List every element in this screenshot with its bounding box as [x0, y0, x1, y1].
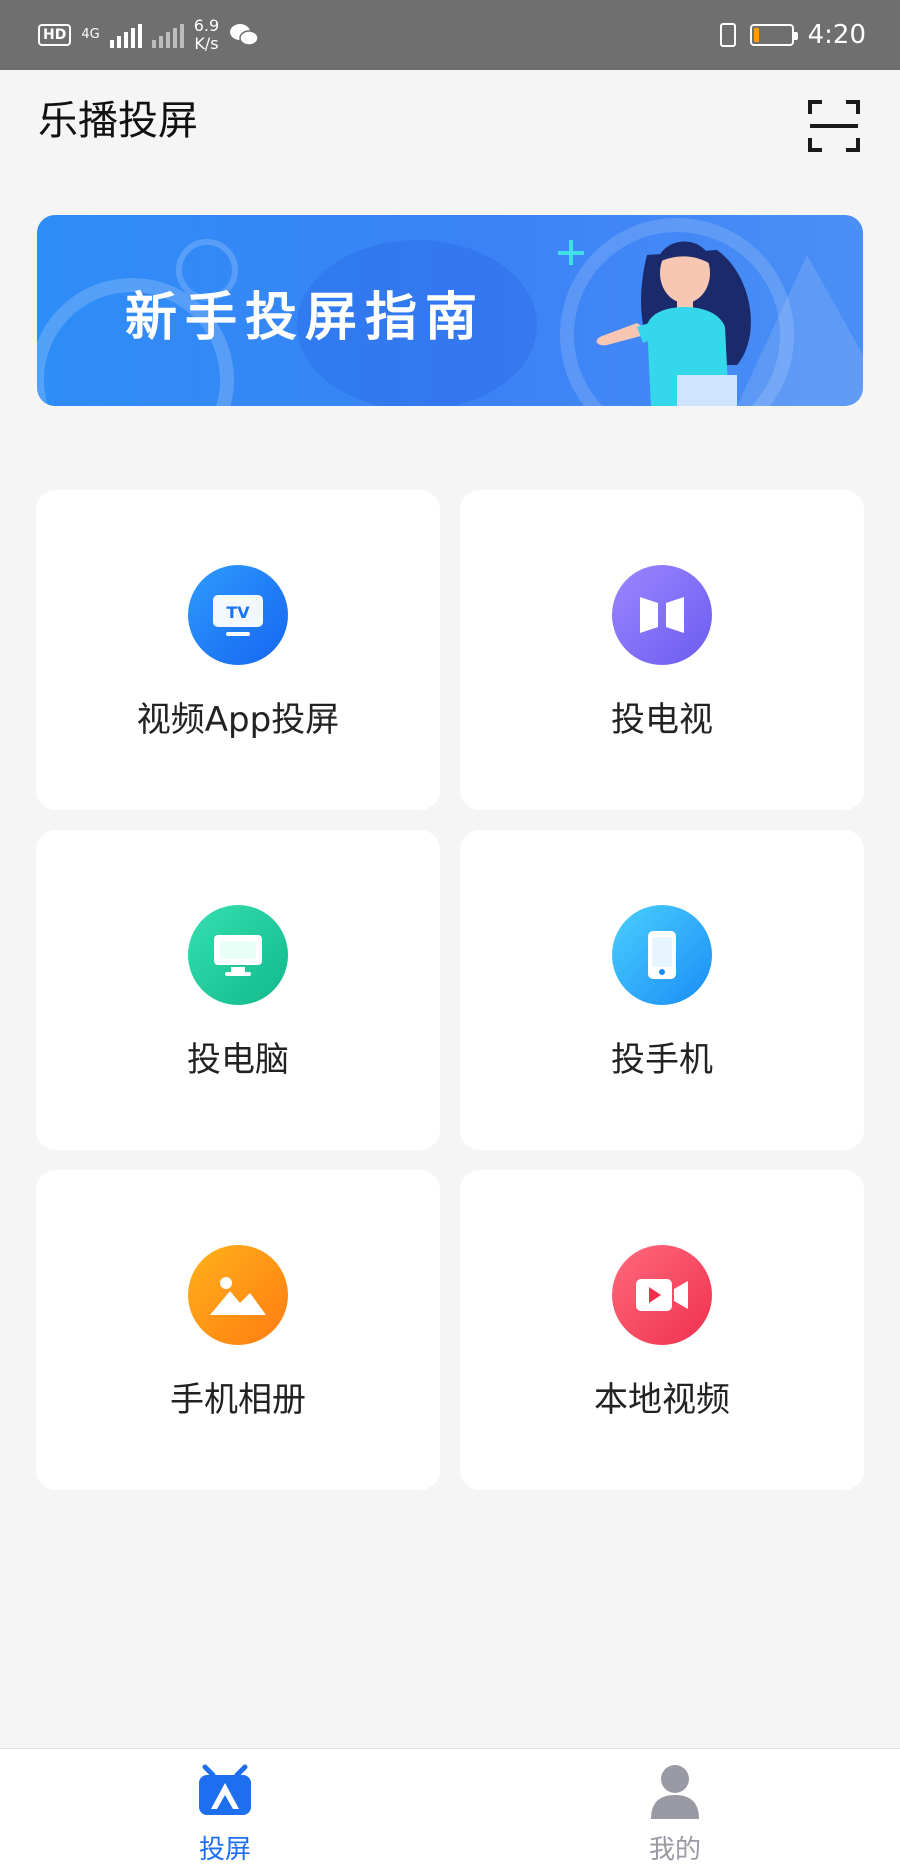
svg-text:TV: TV	[226, 603, 250, 622]
tab-label: 投屏	[198, 1835, 251, 1865]
user-icon	[651, 1765, 699, 1819]
card-label: 视频App投屏	[136, 700, 340, 740]
tab-mine[interactable]: 我的	[575, 1749, 775, 1871]
cast-to-phone-card[interactable]: 投手机	[460, 830, 864, 1150]
status-bar: HD 4G 6.9 K/s 4:20	[0, 0, 900, 70]
card-label: 本地视频	[594, 1380, 730, 1420]
hd-badge: HD	[38, 24, 72, 46]
vibrate-icon	[719, 23, 736, 47]
video-camera-icon	[612, 1245, 712, 1345]
card-label: 投电视	[611, 700, 713, 740]
status-left: HD 4G 6.9 K/s	[38, 14, 259, 56]
card-label: 投手机	[611, 1040, 713, 1080]
banner-title: 新手投屏指南	[125, 288, 486, 348]
card-label: 投电脑	[187, 1040, 289, 1080]
status-right: 4:20	[719, 14, 866, 56]
phone-icon	[612, 905, 712, 1005]
mirror-icon	[612, 565, 712, 665]
monitor-icon	[188, 905, 288, 1005]
cast-to-computer-card[interactable]: 投电脑	[36, 830, 440, 1150]
signal-2-icon	[151, 22, 184, 48]
bottom-nav: 投屏 我的	[0, 1748, 900, 1871]
guide-banner[interactable]: 新手投屏指南	[37, 215, 863, 406]
card-label: 手机相册	[170, 1380, 306, 1420]
page-title: 乐播投屏	[38, 98, 198, 144]
wechat-icon	[230, 24, 259, 46]
cast-to-tv-card[interactable]: 投电视	[460, 490, 864, 810]
cast-tab-icon	[199, 1764, 251, 1815]
tab-cast[interactable]: 投屏	[125, 1749, 325, 1871]
signal-icon	[109, 22, 142, 48]
battery-icon	[749, 24, 798, 46]
net-speed-value: 6.9	[193, 16, 220, 35]
photo-icon	[188, 1245, 288, 1345]
network-type: 4G	[81, 27, 100, 42]
clock: 4:20	[807, 20, 866, 50]
video-app-cast-card[interactable]: TV 视频App投屏	[36, 490, 440, 810]
phone-album-card[interactable]: 手机相册	[36, 1170, 440, 1490]
tab-label: 我的	[648, 1835, 701, 1865]
net-speed: 6.9 K/s	[194, 17, 219, 53]
scan-icon	[808, 100, 860, 152]
net-speed-unit: K/s	[194, 34, 219, 53]
local-video-card[interactable]: 本地视频	[460, 1170, 864, 1490]
woman-illustration	[596, 241, 751, 406]
battery-level	[753, 28, 759, 42]
tv-icon: TV	[188, 565, 288, 665]
scan-button[interactable]	[808, 100, 860, 152]
